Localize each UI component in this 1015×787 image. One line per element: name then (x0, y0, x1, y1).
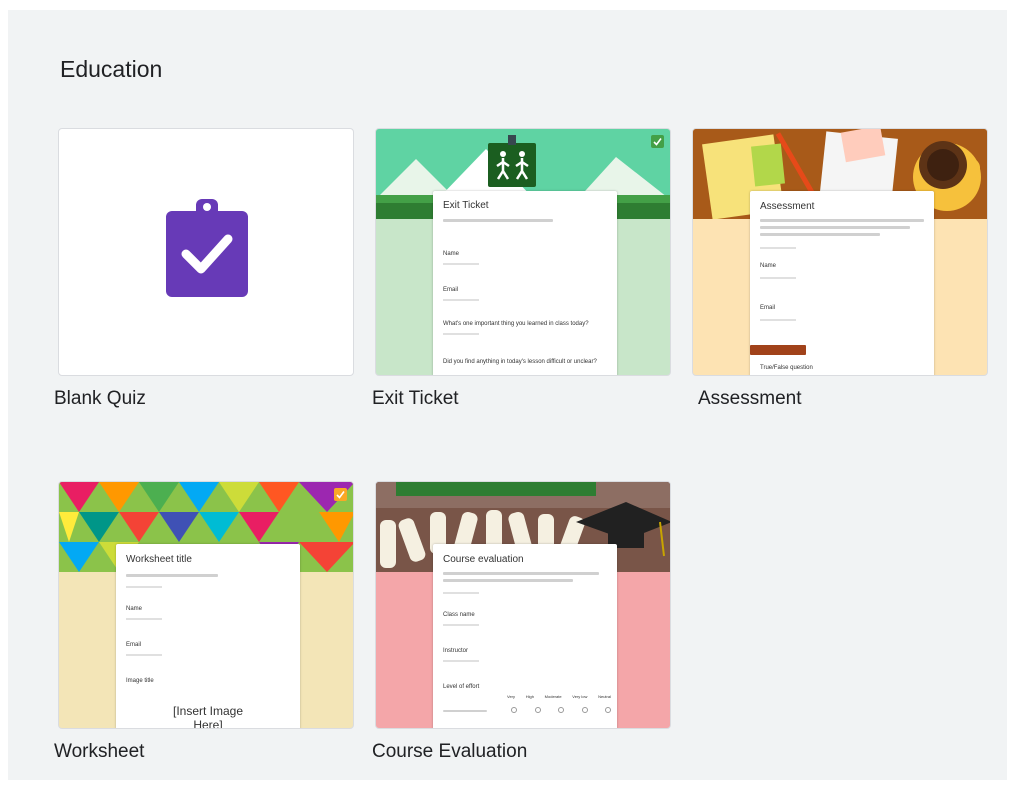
radio-icon (605, 707, 611, 713)
form-preview-answer-line (443, 660, 479, 662)
template-label-assessment[interactable]: Assessment (698, 388, 801, 410)
rating-scale-label: Moderate (544, 694, 562, 699)
section-title: Education (60, 56, 163, 82)
template-label-blank-quiz[interactable]: Blank Quiz (54, 388, 146, 410)
form-preview-field: Class name (443, 612, 475, 618)
form-preview-field: True/False question (760, 365, 813, 371)
form-preview-answer-line (443, 624, 479, 626)
form-preview-description (443, 579, 573, 582)
assessment-form-preview: Assessment Name Email True/False questio… (750, 191, 934, 375)
form-preview-title: Assessment (760, 201, 815, 212)
form-preview-answer-line (760, 247, 796, 249)
template-gallery: Education Blank Quiz Exit Ticket Name Em… (8, 10, 1007, 780)
radio-icon (511, 707, 517, 713)
form-preview-field: Did you find anything in today's lesson … (443, 359, 597, 365)
form-preview-answer-line (443, 263, 479, 265)
form-preview-field: Email (443, 287, 459, 293)
form-preview-answer-line (443, 592, 479, 594)
template-course-evaluation[interactable]: Course evaluation Class name Instructor … (375, 481, 671, 729)
quiz-clipboard-icon (166, 199, 248, 297)
form-preview-section-bar (750, 345, 806, 355)
form-preview-field: Email (760, 305, 776, 311)
form-preview-field: What's one important thing you learned i… (443, 321, 589, 327)
form-preview-field: Name (126, 606, 143, 612)
rating-scale-label: Very (507, 694, 516, 699)
form-preview-answer-line (126, 618, 162, 620)
template-worksheet[interactable]: Worksheet title Name Email Image title [… (58, 481, 354, 729)
form-preview-answer-line (126, 586, 162, 588)
rating-scale-label: High (525, 694, 534, 699)
worksheet-form-preview: Worksheet title Name Email Image title [… (116, 544, 300, 729)
template-label-worksheet[interactable]: Worksheet (54, 741, 144, 763)
rating-scale-label: Neutral (598, 694, 611, 699)
template-assessment[interactable]: Assessment Name Email True/False questio… (692, 128, 988, 376)
rating-radio-row (511, 707, 611, 713)
form-preview-title: Course evaluation (443, 554, 524, 565)
template-blank-quiz[interactable] (58, 128, 354, 376)
radio-icon (581, 707, 588, 713)
form-preview-description (760, 233, 880, 236)
checkbox-badge-icon (651, 135, 664, 148)
image-placeholder-text: [Insert Image Here] (172, 704, 244, 729)
form-preview-field: Name (760, 263, 777, 269)
form-preview-description (443, 572, 599, 575)
radio-icon (558, 707, 564, 713)
rating-scale-label: Very low (572, 694, 588, 699)
form-preview-answer-line (443, 333, 479, 335)
form-preview-answer-line (760, 319, 796, 321)
form-preview-title: Worksheet title (126, 554, 192, 565)
form-preview-description (443, 219, 553, 222)
template-label-exit-ticket[interactable]: Exit Ticket (372, 388, 459, 410)
course-evaluation-form-preview: Course evaluation Class name Instructor … (433, 544, 617, 728)
exit-ticket-form-preview: Exit Ticket Name Email What's one import… (433, 191, 617, 375)
form-preview-description (126, 574, 218, 577)
form-preview-answer-line (760, 277, 796, 279)
form-preview-field: Email (126, 642, 142, 648)
radio-icon (534, 707, 541, 713)
form-preview-field: Level of effort (443, 684, 480, 690)
form-preview-description (760, 219, 924, 222)
form-preview-field: Image title (126, 678, 154, 684)
form-preview-answer-line (126, 654, 162, 656)
rating-row-label (443, 710, 487, 712)
rating-scale-header: Very High Moderate Very low Neutral (507, 694, 611, 699)
form-preview-field: Instructor (443, 648, 469, 654)
form-preview-answer-line (443, 299, 479, 301)
template-label-course-evaluation[interactable]: Course Evaluation (372, 741, 527, 763)
template-exit-ticket[interactable]: Exit Ticket Name Email What's one import… (375, 128, 671, 376)
form-preview-description (760, 226, 910, 229)
form-preview-title: Exit Ticket (443, 200, 489, 211)
checkbox-badge-icon (334, 488, 347, 501)
form-preview-field: Name (443, 251, 460, 257)
